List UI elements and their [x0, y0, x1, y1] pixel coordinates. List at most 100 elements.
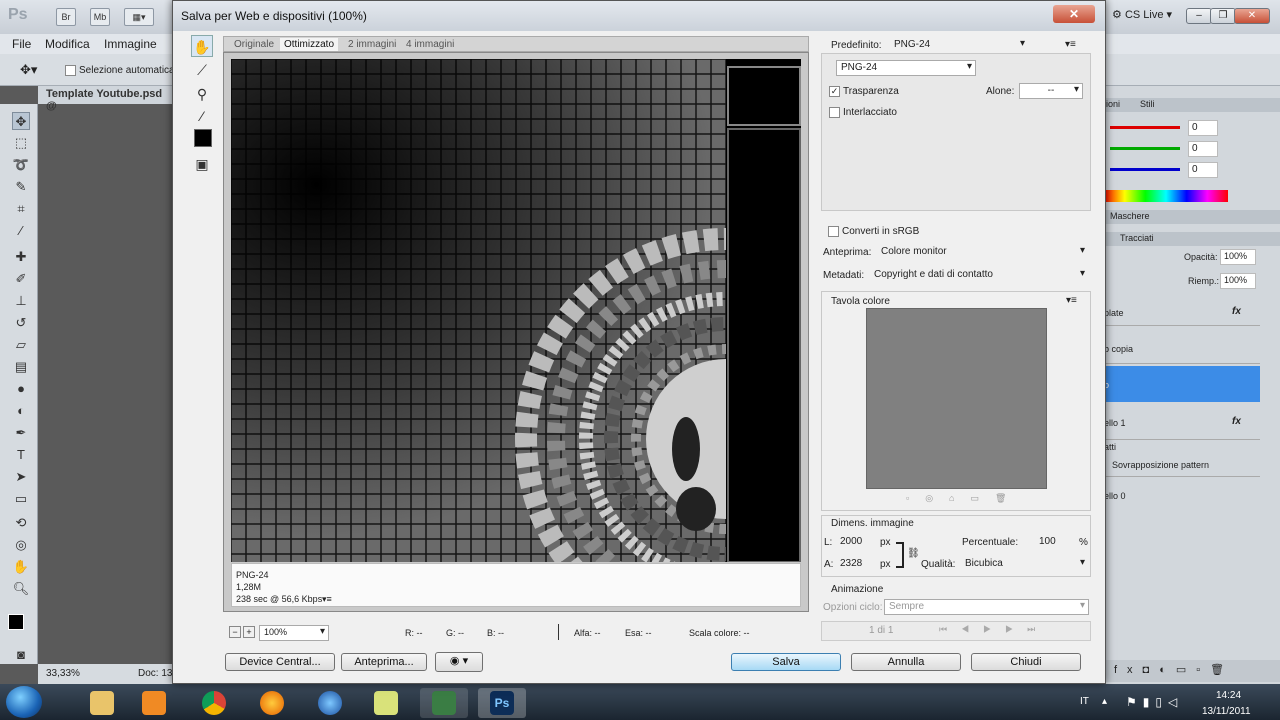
blue-value[interactable]: 0 [1188, 162, 1218, 178]
menu-immagine[interactable]: Immagine [104, 37, 157, 51]
dodge-tool-icon[interactable]: ◐ [12, 402, 30, 420]
close-dialog-button[interactable]: Chiudi [971, 653, 1081, 671]
tab-4-immagini[interactable]: 4 immagini [402, 38, 458, 51]
preview-button[interactable]: Anteprima... [341, 653, 427, 671]
matte-select[interactable]: -- [1019, 83, 1083, 99]
history-brush-icon[interactable]: ↺ [12, 314, 30, 332]
media-player-taskbar-icon[interactable] [130, 688, 178, 718]
healing-brush-icon[interactable]: ✚ [12, 248, 30, 266]
3d-rotate-icon[interactable]: ⟲ [12, 514, 30, 532]
loop-options-select[interactable]: Sempre [884, 599, 1089, 615]
document-tab[interactable]: Template Youtube.psd @ [38, 86, 173, 112]
menu-modifica[interactable]: Modifica [45, 37, 90, 51]
notes-taskbar-icon[interactable] [362, 688, 410, 718]
stamp-tool-icon[interactable]: ⊥ [12, 292, 30, 310]
dialog-close-button[interactable]: ✕ [1053, 5, 1095, 23]
video-taskbar-icon[interactable] [420, 688, 468, 718]
metadata-select[interactable]: Copyright e dati di contatto [869, 267, 1089, 283]
eyedropper-color-swatch[interactable] [194, 129, 212, 147]
zoom-tool-icon[interactable]: 🔍︎ [12, 580, 30, 598]
tab-tracciati[interactable]: Tracciati [1120, 233, 1154, 243]
mini-bridge-button[interactable]: Mb [90, 8, 110, 26]
convert-srgb-checkbox[interactable] [828, 226, 839, 237]
height-input[interactable]: 2328 [836, 556, 876, 572]
quick-select-icon[interactable]: ✎ [12, 178, 30, 196]
toggle-slices-icon[interactable]: ▣ [191, 153, 213, 175]
device-central-button[interactable]: Device Central... [225, 653, 335, 671]
zoom-status[interactable]: 33,33% [46, 668, 80, 679]
move-tool-icon[interactable]: ✥ [12, 112, 30, 130]
clock-time[interactable]: 14:24 [1216, 690, 1241, 701]
pen-tool-icon[interactable]: ✒ [12, 424, 30, 442]
path-select-icon[interactable]: ➤ [12, 468, 30, 486]
transparency-checkbox[interactable]: ✓ [829, 86, 840, 97]
optimized-preview-image[interactable] [231, 59, 801, 562]
frame-nav-icons[interactable]: ⏮◀▶▶⏭ [939, 624, 1049, 635]
opacity-value[interactable]: 100% [1220, 249, 1256, 265]
cs-live-button[interactable]: ⚙ CS Live ▾ [1112, 8, 1172, 21]
foreground-color[interactable] [8, 614, 24, 630]
green-slider[interactable] [1110, 147, 1180, 150]
width-input[interactable]: 2000 [836, 534, 876, 550]
tab-stili[interactable]: Stili [1140, 99, 1155, 109]
color-table-action-icons[interactable]: ▫◎⌂▭🗑︎ [906, 493, 1022, 504]
eraser-tool-icon[interactable]: ▱ [12, 336, 30, 354]
red-value[interactable]: 0 [1188, 120, 1218, 136]
language-indicator[interactable]: IT [1080, 696, 1089, 707]
minimize-button[interactable]: – [1186, 8, 1212, 24]
preset-select[interactable]: PNG-24 [889, 37, 1029, 53]
tab-azioni[interactable]: ioni [1106, 99, 1120, 109]
brush-tool-icon[interactable]: ✐ [12, 270, 30, 288]
tab-originale[interactable]: Originale [230, 38, 278, 51]
tray-icons[interactable]: ⚑▮▯◁ [1126, 695, 1183, 709]
zoom-in-button[interactable]: + [243, 626, 255, 638]
quality-select[interactable]: Bicubica [960, 556, 1089, 572]
maximize-button[interactable]: ❐ [1210, 8, 1236, 24]
chrome-taskbar-icon[interactable] [190, 688, 238, 718]
chain-link-icon[interactable]: ⛓ [907, 548, 920, 559]
blue-slider[interactable] [1110, 168, 1180, 171]
fill-value[interactable]: 100% [1220, 273, 1256, 289]
info-menu-icon[interactable]: ▾≡ [322, 594, 332, 605]
tab-ottimizzato[interactable]: Ottimizzato [280, 38, 339, 51]
eyedropper-icon[interactable]: ⁄ [12, 222, 30, 240]
layers-footer-icons[interactable]: fx◘◐▭▫🗑︎ [1100, 660, 1280, 682]
eyedropper-icon[interactable]: ⁄ [191, 105, 213, 127]
gradient-tool-icon[interactable]: ▤ [12, 358, 30, 376]
color-table-swatches[interactable] [866, 308, 1047, 489]
menu-file[interactable]: File [12, 37, 31, 51]
color-ramp[interactable] [1104, 190, 1228, 202]
crop-tool-icon[interactable]: ⌗ [12, 200, 30, 218]
clock-date[interactable]: 13/11/2011 [1202, 706, 1251, 717]
bridge-button[interactable]: Br [56, 8, 76, 26]
tab-maschere[interactable]: Maschere [1110, 211, 1150, 221]
interlaced-checkbox[interactable] [829, 107, 840, 118]
layer-row-selected[interactable]: o [1100, 366, 1260, 402]
start-button[interactable] [6, 686, 42, 718]
layer-row[interactable]: plate fx [1100, 292, 1260, 326]
auto-select-checkbox[interactable] [65, 65, 76, 76]
3d-orbit-icon[interactable]: ◎ [12, 536, 30, 554]
tray-expand-icon[interactable]: ▴ [1102, 696, 1107, 707]
move-tool-icon[interactable]: ✥▾ [20, 62, 37, 78]
hand-tool-icon[interactable]: ✋ [191, 35, 213, 57]
zoom-select[interactable]: 100% [259, 625, 329, 641]
explorer-taskbar-icon[interactable] [78, 688, 126, 718]
firefox-taskbar-icon[interactable] [248, 688, 296, 718]
save-button[interactable]: Salva [731, 653, 841, 671]
quick-mask-icon[interactable]: ◙ [12, 646, 30, 664]
photoshop-taskbar-icon[interactable]: Ps [478, 688, 526, 718]
type-tool-icon[interactable]: T [12, 446, 30, 464]
app-taskbar-icon[interactable] [306, 688, 354, 718]
slice-select-icon[interactable]: ⟋ [191, 59, 213, 81]
green-value[interactable]: 0 [1188, 141, 1218, 157]
marquee-tool-icon[interactable]: ⬚ [12, 134, 30, 152]
blur-tool-icon[interactable]: ● [12, 380, 30, 398]
red-slider[interactable] [1110, 126, 1180, 129]
zoom-out-button[interactable]: − [229, 626, 241, 638]
layer-row[interactable]: ello 1 fx [1100, 404, 1260, 440]
arrange-icon[interactable]: ▦▾ [124, 8, 154, 26]
color-table-menu-icon[interactable]: ▾≡ [1066, 295, 1077, 306]
cancel-button[interactable]: Annulla [851, 653, 961, 671]
preview-mode-select[interactable]: Colore monitor [876, 244, 1089, 260]
